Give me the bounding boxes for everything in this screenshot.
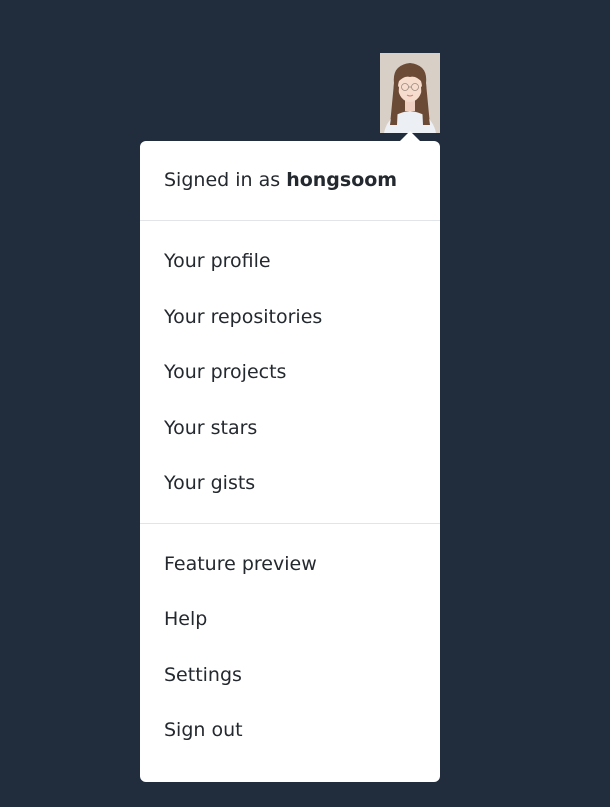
avatar-button[interactable] <box>380 53 440 133</box>
signed-in-prefix: Signed in as <box>164 169 281 191</box>
signed-in-header: Signed in as hongsoom <box>140 141 440 220</box>
menu-item-your-profile[interactable]: Your profile <box>140 234 440 290</box>
username: hongsoom <box>286 169 398 191</box>
avatar <box>380 53 440 133</box>
profile-section: Your profile Your repositories Your proj… <box>140 221 440 523</box>
menu-item-sign-out[interactable]: Sign out <box>140 703 440 759</box>
user-dropdown-menu: Signed in as hongsoom Your profile Your … <box>140 141 440 782</box>
menu-item-your-repositories[interactable]: Your repositories <box>140 290 440 346</box>
menu-item-your-projects[interactable]: Your projects <box>140 345 440 401</box>
menu-item-your-gists[interactable]: Your gists <box>140 456 440 512</box>
dropdown-caret <box>400 131 420 141</box>
menu-item-your-stars[interactable]: Your stars <box>140 401 440 457</box>
menu-item-help[interactable]: Help <box>140 592 440 648</box>
menu-item-feature-preview[interactable]: Feature preview <box>140 537 440 593</box>
settings-section: Feature preview Help Settings Sign out <box>140 524 440 770</box>
menu-item-settings[interactable]: Settings <box>140 648 440 704</box>
